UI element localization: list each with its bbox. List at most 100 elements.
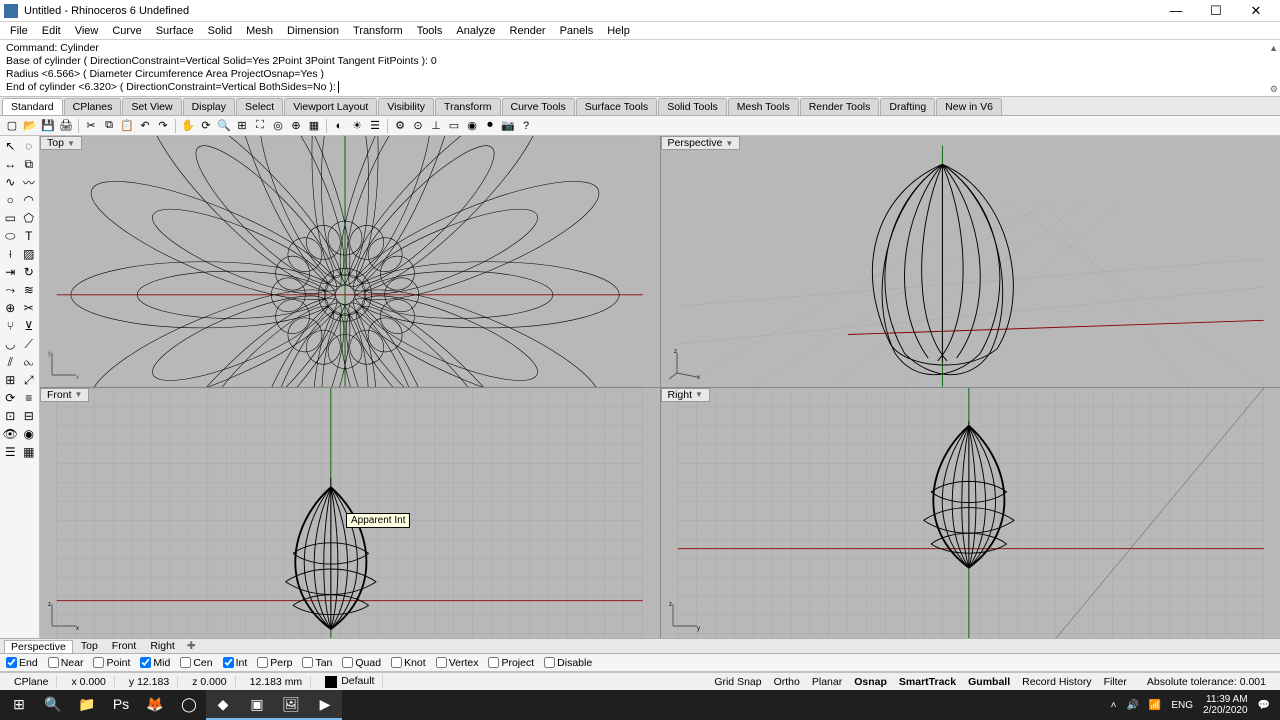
- tool-curve[interactable]: 〰: [20, 173, 39, 191]
- menu-render[interactable]: Render: [504, 24, 552, 38]
- status-toggle-grid-snap[interactable]: Grid Snap: [708, 676, 767, 688]
- ribbon-tab-transform[interactable]: Transform: [435, 98, 500, 115]
- zoom-window-icon[interactable]: ⊞: [234, 118, 250, 134]
- menu-panels[interactable]: Panels: [554, 24, 600, 38]
- chevron-down-icon[interactable]: ▼: [725, 139, 733, 148]
- status-cplane[interactable]: CPlane: [6, 676, 57, 688]
- menu-file[interactable]: File: [4, 24, 34, 38]
- set-view-icon[interactable]: ▦: [306, 118, 322, 134]
- properties-icon[interactable]: ⚙: [392, 118, 408, 134]
- tool-polyline[interactable]: ∿: [1, 173, 20, 191]
- tool-revolve[interactable]: ↻: [20, 263, 39, 281]
- tool-boolean[interactable]: ⊕: [1, 299, 20, 317]
- tray-volume-icon[interactable]: 🔊: [1126, 700, 1138, 711]
- command-prompt[interactable]: End of cylinder <6.320> ( DirectionConst…: [6, 81, 1274, 94]
- tool-scale[interactable]: ⤢: [20, 371, 39, 389]
- tool-array[interactable]: ⊞: [1, 371, 20, 389]
- tool-group[interactable]: ⊡: [1, 407, 20, 425]
- redo-icon[interactable]: ↷: [155, 118, 171, 134]
- osnap-icon[interactable]: ◉: [464, 118, 480, 134]
- ribbon-tab-set-view[interactable]: Set View: [122, 98, 181, 115]
- osnap-end[interactable]: End: [6, 657, 38, 669]
- tool-dimension[interactable]: ⟊: [1, 245, 20, 263]
- taskbar-photos[interactable]: 🖼: [274, 690, 308, 720]
- ribbon-tab-surface-tools[interactable]: Surface Tools: [576, 98, 657, 115]
- tool-text[interactable]: T: [20, 227, 39, 245]
- ribbon-tab-visibility[interactable]: Visibility: [378, 98, 434, 115]
- menu-solid[interactable]: Solid: [202, 24, 238, 38]
- system-tray[interactable]: ˄ 🔊 📶 ENG 11:39 AM 2/20/2020 💬: [1103, 694, 1278, 716]
- taskbar-app1[interactable]: ◯: [172, 690, 206, 720]
- ribbon-tab-mesh-tools[interactable]: Mesh Tools: [728, 98, 799, 115]
- zoom-selected-icon[interactable]: ◎: [270, 118, 286, 134]
- status-toggle-ortho[interactable]: Ortho: [768, 676, 806, 688]
- help-icon[interactable]: ?: [518, 118, 534, 134]
- tool-mirror[interactable]: ⧜: [20, 353, 39, 371]
- tool-polygon[interactable]: ⬠: [20, 209, 39, 227]
- cut-icon[interactable]: ✂: [83, 118, 99, 134]
- taskbar-firefox[interactable]: 🦊: [138, 690, 172, 720]
- tool-align[interactable]: ≡: [20, 389, 39, 407]
- chevron-down-icon[interactable]: ▼: [67, 139, 75, 148]
- ribbon-tab-solid-tools[interactable]: Solid Tools: [658, 98, 727, 115]
- viewport-label-front[interactable]: Front▼: [40, 388, 89, 402]
- undo-icon[interactable]: ↶: [137, 118, 153, 134]
- tool-block[interactable]: ▦: [20, 443, 39, 461]
- viewport-right[interactable]: Right▼ yz: [661, 388, 1280, 639]
- ribbon-tab-curve-tools[interactable]: Curve Tools: [502, 98, 575, 115]
- tray-network-icon[interactable]: 📶: [1149, 700, 1161, 711]
- taskbar-search[interactable]: 🔍: [36, 690, 70, 720]
- menu-mesh[interactable]: Mesh: [240, 24, 279, 38]
- menu-edit[interactable]: Edit: [36, 24, 67, 38]
- menu-analyze[interactable]: Analyze: [450, 24, 501, 38]
- menu-surface[interactable]: Surface: [150, 24, 200, 38]
- status-toggle-gumball[interactable]: Gumball: [962, 676, 1016, 688]
- zoom-dynamic-icon[interactable]: 🔍: [216, 118, 232, 134]
- osnap-project[interactable]: Project: [488, 657, 534, 669]
- save-icon[interactable]: 💾: [40, 118, 56, 134]
- paste-icon[interactable]: 📋: [119, 118, 135, 134]
- chevron-down-icon[interactable]: ▼: [695, 390, 703, 399]
- rotate-view-icon[interactable]: ⟳: [198, 118, 214, 134]
- osnap-tan[interactable]: Tan: [302, 657, 332, 669]
- tool-arc[interactable]: ◠: [20, 191, 39, 209]
- pan-icon[interactable]: ✋: [180, 118, 196, 134]
- ribbon-tab-standard[interactable]: Standard: [2, 98, 63, 115]
- view-tab-right[interactable]: Right: [144, 640, 181, 652]
- menu-view[interactable]: View: [69, 24, 105, 38]
- taskbar-explorer[interactable]: 📁: [70, 690, 104, 720]
- status-toggle-smarttrack[interactable]: SmartTrack: [893, 676, 962, 688]
- osnap-int[interactable]: Int: [223, 657, 248, 669]
- osnap-knot[interactable]: Knot: [391, 657, 426, 669]
- print-icon[interactable]: 🖨: [58, 118, 74, 134]
- ribbon-tab-drafting[interactable]: Drafting: [880, 98, 935, 115]
- chevron-down-icon[interactable]: ▼: [75, 390, 83, 399]
- viewport-label-top[interactable]: Top▼: [40, 136, 82, 150]
- osnap-perp[interactable]: Perp: [257, 657, 292, 669]
- tool-trim[interactable]: ✂: [20, 299, 39, 317]
- menu-dimension[interactable]: Dimension: [281, 24, 345, 38]
- ribbon-tab-select[interactable]: Select: [236, 98, 283, 115]
- tool-circle[interactable]: ○: [1, 191, 20, 209]
- status-layer[interactable]: Default: [317, 675, 383, 687]
- ribbon-tab-cplanes[interactable]: CPlanes: [64, 98, 122, 115]
- tool-loft[interactable]: ≋: [20, 281, 39, 299]
- tool-rotate[interactable]: ⟳: [1, 389, 20, 407]
- viewport-label-perspective[interactable]: Perspective▼: [661, 136, 741, 150]
- tool-layer[interactable]: ☰: [1, 443, 20, 461]
- menu-curve[interactable]: Curve: [106, 24, 147, 38]
- add-view-tab[interactable]: ✚: [183, 640, 200, 652]
- copy-icon[interactable]: ⧉: [101, 118, 117, 134]
- tool-split[interactable]: ⑂: [1, 317, 20, 335]
- tool-join[interactable]: ⊻: [20, 317, 39, 335]
- tool-lasso[interactable]: ◌: [20, 137, 39, 155]
- scroll-up-icon[interactable]: ▲: [1269, 42, 1278, 55]
- osnap-mid[interactable]: Mid: [140, 657, 170, 669]
- tool-offset[interactable]: ⫽: [1, 353, 20, 371]
- tool-chamfer[interactable]: ⟋: [20, 335, 39, 353]
- taskbar-app2[interactable]: ◆: [206, 690, 240, 720]
- ribbon-tab-render-tools[interactable]: Render Tools: [800, 98, 880, 115]
- taskbar-camtasia[interactable]: ▶: [308, 690, 342, 720]
- view-tab-front[interactable]: Front: [106, 640, 143, 652]
- tray-chevron-icon[interactable]: ˄: [1111, 700, 1117, 711]
